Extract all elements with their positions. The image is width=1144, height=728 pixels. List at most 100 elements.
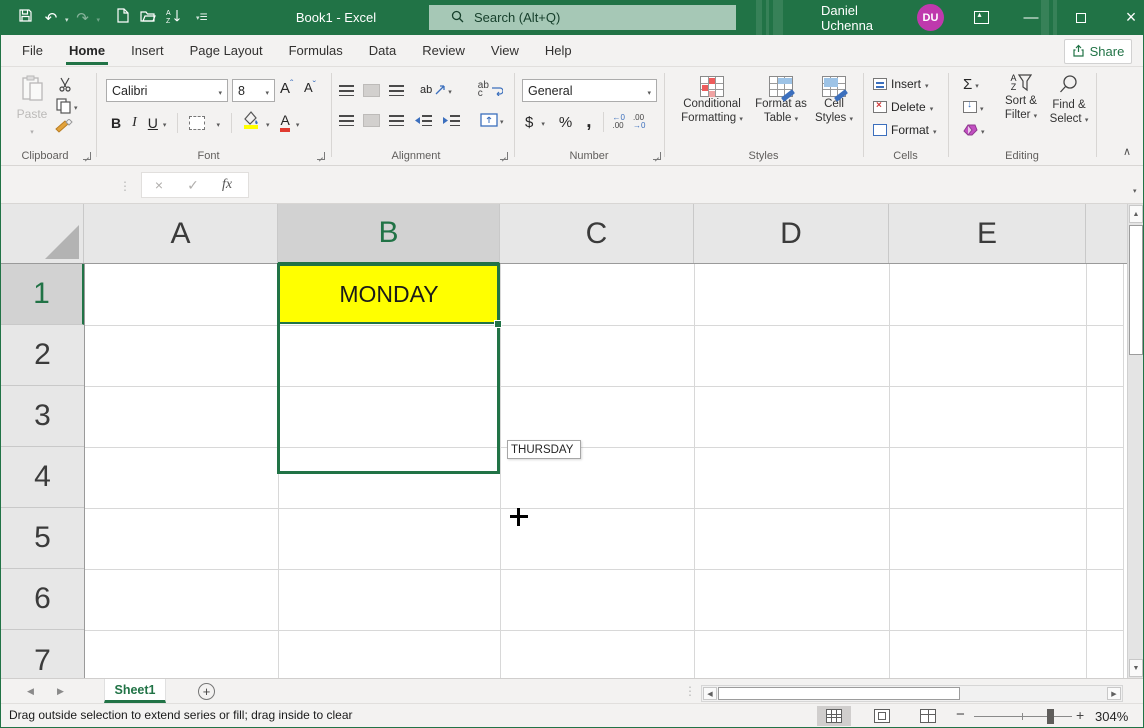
comma-style-button[interactable]: , xyxy=(586,111,591,133)
column-header-d[interactable]: D xyxy=(694,204,889,264)
save-icon[interactable] xyxy=(13,8,37,27)
row-header-4[interactable]: 4 xyxy=(1,447,84,508)
row-header-6[interactable]: 6 xyxy=(1,569,84,630)
format-painter-icon[interactable] xyxy=(54,119,74,142)
formula-bar-splitter[interactable] xyxy=(119,177,131,195)
formula-bar-expand-icon[interactable] xyxy=(1133,180,1137,198)
font-name-select[interactable]: Calibri xyxy=(106,79,228,102)
view-page-break-button[interactable] xyxy=(913,706,943,726)
decrease-indent-icon[interactable] xyxy=(414,115,432,126)
accounting-format-button[interactable]: $ xyxy=(525,114,533,131)
search-input[interactable]: Search (Alt+Q) xyxy=(429,5,736,30)
underline-button[interactable]: U xyxy=(148,115,158,131)
font-dialog-launcher-icon[interactable] xyxy=(317,152,325,160)
avatar[interactable]: DU xyxy=(917,4,944,31)
scroll-down-icon[interactable]: ▼ xyxy=(1129,659,1143,677)
fill-handle[interactable] xyxy=(494,320,502,328)
decrease-font-button[interactable]: Aˇ xyxy=(304,80,316,95)
row-header-7[interactable]: 7 xyxy=(1,630,84,678)
undo-icon[interactable]: ↶ xyxy=(39,9,63,27)
fill-button[interactable]: ↓ xyxy=(963,98,984,116)
close-button[interactable]: × xyxy=(1111,0,1144,35)
vertical-scrollbar[interactable]: ▲ ▼ xyxy=(1127,204,1144,678)
insert-function-icon[interactable]: fx xyxy=(210,177,244,193)
row-header-3[interactable]: 3 xyxy=(1,386,84,447)
cut-icon[interactable] xyxy=(57,77,73,97)
bold-button[interactable]: B xyxy=(111,115,121,131)
cell-styles-button[interactable]: CellStyles xyxy=(809,76,859,127)
column-header-b[interactable]: B xyxy=(278,204,500,264)
clipboard-dialog-launcher-icon[interactable] xyxy=(83,152,91,160)
fill-color-dropdown-icon[interactable] xyxy=(266,114,270,132)
scroll-left-icon[interactable]: ◀ xyxy=(703,687,717,700)
underline-dropdown-icon[interactable] xyxy=(163,114,167,132)
decrease-decimal-icon[interactable]: .00→0 xyxy=(633,114,645,130)
zoom-level[interactable]: 304% xyxy=(1095,709,1128,724)
number-dialog-launcher-icon[interactable] xyxy=(653,152,661,160)
copy-button[interactable] xyxy=(56,97,78,115)
borders-dropdown-icon[interactable] xyxy=(216,114,220,132)
percent-style-button[interactable]: % xyxy=(559,114,572,131)
zoom-out-button[interactable]: − xyxy=(956,706,965,723)
fill-color-icon[interactable] xyxy=(243,111,260,134)
tab-scrollbar-splitter[interactable] xyxy=(684,684,696,698)
scroll-up-icon[interactable]: ▲ xyxy=(1129,205,1143,223)
horizontal-scrollbar[interactable]: ◀ ▶ xyxy=(701,685,1123,702)
sort-az-icon[interactable]: AZ xyxy=(162,8,186,28)
sheet-nav-prev-icon[interactable]: ◀ xyxy=(27,686,34,697)
horizontal-scroll-thumb[interactable] xyxy=(718,687,960,700)
sheet-nav-next-icon[interactable]: ▶ xyxy=(57,686,64,697)
tab-data[interactable]: Data xyxy=(356,35,409,67)
quick-access-customize-icon[interactable]: ☰ xyxy=(196,12,208,23)
maximize-button[interactable] xyxy=(1061,0,1101,35)
zoom-slider[interactable] xyxy=(974,716,1072,717)
align-top-icon[interactable] xyxy=(339,85,354,96)
font-size-select[interactable]: 8 xyxy=(232,79,275,102)
user-name[interactable]: Daniel Uchenna xyxy=(821,0,911,35)
vertical-scroll-thumb[interactable] xyxy=(1129,225,1143,355)
row-header-5[interactable]: 5 xyxy=(1,508,84,569)
copy-dropdown-icon[interactable] xyxy=(74,97,78,115)
view-normal-button[interactable] xyxy=(817,706,851,726)
format-as-table-button[interactable]: Format asTable xyxy=(753,76,809,127)
column-header-e[interactable]: E xyxy=(889,204,1086,264)
increase-indent-icon[interactable] xyxy=(442,115,460,126)
sheet-tab-sheet1[interactable]: Sheet1 xyxy=(104,679,166,703)
align-center-icon[interactable] xyxy=(364,115,379,126)
sort-filter-button[interactable]: AZ Sort &Filter xyxy=(997,74,1045,124)
collapse-ribbon-icon[interactable]: ∧ xyxy=(1123,145,1131,158)
align-left-icon[interactable] xyxy=(339,115,354,126)
conditional-formatting-button[interactable]: ConditionalFormatting xyxy=(673,76,751,127)
increase-decimal-icon[interactable]: ←0.00 xyxy=(612,114,624,130)
zoom-in-button[interactable]: + xyxy=(1076,707,1084,723)
tab-page-layout[interactable]: Page Layout xyxy=(177,35,276,67)
number-format-select[interactable]: General xyxy=(522,79,657,102)
align-right-icon[interactable] xyxy=(389,115,404,126)
align-middle-icon[interactable] xyxy=(364,85,379,96)
enter-icon[interactable]: ✓ xyxy=(176,177,210,194)
zoom-slider-thumb[interactable] xyxy=(1047,709,1054,724)
row-header-2[interactable]: 2 xyxy=(1,325,84,386)
align-bottom-icon[interactable] xyxy=(389,85,404,96)
font-color-dropdown-icon[interactable] xyxy=(296,114,300,132)
column-header-partial[interactable] xyxy=(1086,204,1127,264)
new-file-icon[interactable] xyxy=(110,8,134,27)
spreadsheet-grid[interactable]: A B C D E 1 2 3 4 5 6 7 MONDAY xyxy=(1,204,1127,678)
cell-b1[interactable]: MONDAY xyxy=(280,266,498,323)
column-header-c[interactable]: C xyxy=(500,204,694,264)
select-all-corner[interactable] xyxy=(1,204,84,264)
new-sheet-icon[interactable]: + xyxy=(198,683,215,700)
italic-button[interactable]: I xyxy=(132,115,137,131)
tab-formulas[interactable]: Formulas xyxy=(276,35,356,67)
tab-review[interactable]: Review xyxy=(409,35,478,67)
format-cells-button[interactable]: Format xyxy=(873,123,937,137)
ribbon-display-options-icon[interactable] xyxy=(961,0,1001,35)
tab-help[interactable]: Help xyxy=(532,35,585,67)
accounting-dropdown-icon[interactable] xyxy=(541,113,545,131)
delete-cells-button[interactable]: × Delete xyxy=(873,100,933,114)
insert-cells-button[interactable]: Insert xyxy=(873,77,929,91)
cancel-icon[interactable]: × xyxy=(142,177,176,193)
orientation-button[interactable]: ab xyxy=(420,81,452,99)
borders-icon[interactable] xyxy=(189,116,205,130)
wrap-text-button[interactable]: abc xyxy=(478,82,503,98)
